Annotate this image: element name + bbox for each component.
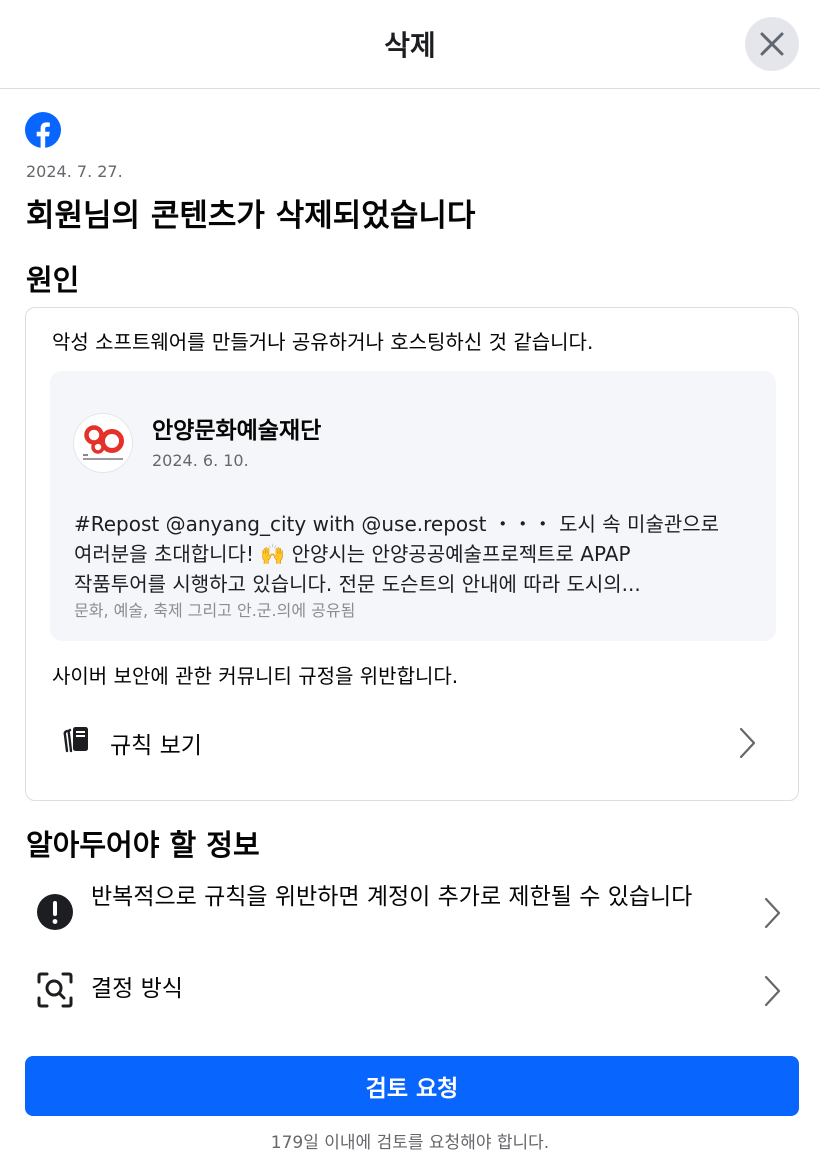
decision-method-label: 결정 방식 bbox=[91, 976, 183, 1002]
rulebook-icon bbox=[63, 727, 88, 753]
decision-method-info-row[interactable]: 결정 방식 bbox=[25, 956, 799, 1026]
repeat-violation-info-row[interactable]: 반복적으로 규칙을 위반하면 계정이 추가로 제한될 수 있습니다 bbox=[25, 876, 799, 948]
view-rules-link[interactable]: 규칙 보기 bbox=[26, 708, 798, 778]
notice-title: 회원님의 콘텐츠가 삭제되었습니다 bbox=[26, 198, 476, 234]
facebook-logo-icon bbox=[25, 112, 61, 148]
exclamation-icon bbox=[37, 894, 73, 930]
view-rules-label: 규칙 보기 bbox=[110, 733, 202, 759]
search-scan-icon bbox=[37, 972, 73, 1008]
close-icon bbox=[760, 32, 784, 56]
post-date: 2024. 6. 10. bbox=[152, 451, 249, 470]
post-body-line: 여러분을 초대합니다! 🙌 안양시는 안양공공예술프로젝트로 APAP bbox=[74, 542, 631, 566]
post-body-line: #Repost @anyang_city with @use.repost ・・… bbox=[74, 512, 720, 536]
reason-heading: 원인 bbox=[26, 263, 80, 297]
dialog-header: 삭제 bbox=[0, 0, 820, 89]
post-author-avatar bbox=[73, 413, 133, 473]
post-body: #Repost @anyang_city with @use.repost ・・… bbox=[74, 509, 764, 599]
reason-text: 악성 소프트웨어를 만들거나 공유하거나 호스팅하신 것 같습니다. bbox=[52, 330, 594, 354]
notice-date: 2024. 7. 27. bbox=[26, 162, 123, 181]
chevron-right-icon bbox=[764, 975, 781, 1007]
dialog-title: 삭제 bbox=[384, 29, 436, 62]
info-heading: 알아두어야 할 정보 bbox=[26, 828, 260, 862]
post-body-line: 작품투어를 시행하고 있습니다. 전문 도슨트의 안내에 따라 도시의... bbox=[74, 572, 641, 596]
removed-post-card: 안양문화예술재단 2024. 6. 10. #Repost @anyang_ci… bbox=[50, 371, 776, 641]
chevron-right-icon bbox=[739, 727, 756, 759]
chevron-right-icon bbox=[764, 897, 781, 929]
post-shared-info: 문화, 예술, 축제 그리고 안.군.의에 공유됨 bbox=[74, 601, 356, 620]
request-review-button[interactable]: 검토 요청 bbox=[25, 1056, 799, 1116]
close-button[interactable] bbox=[745, 17, 799, 71]
repeat-violation-label: 반복적으로 규칙을 위반하면 계정이 추가로 제한될 수 있습니다 bbox=[91, 884, 693, 910]
review-deadline-text: 179일 이내에 검토를 요청해야 합니다. bbox=[270, 1133, 550, 1153]
reason-card: 악성 소프트웨어를 만들거나 공유하거나 호스팅하신 것 같습니다. 안양문화예… bbox=[25, 307, 799, 801]
violation-text: 사이버 보안에 관한 커뮤니티 규정을 위반합니다. bbox=[52, 664, 459, 688]
post-author-name[interactable]: 안양문화예술재단 bbox=[152, 411, 321, 445]
foundation-logo-icon bbox=[83, 425, 124, 460]
